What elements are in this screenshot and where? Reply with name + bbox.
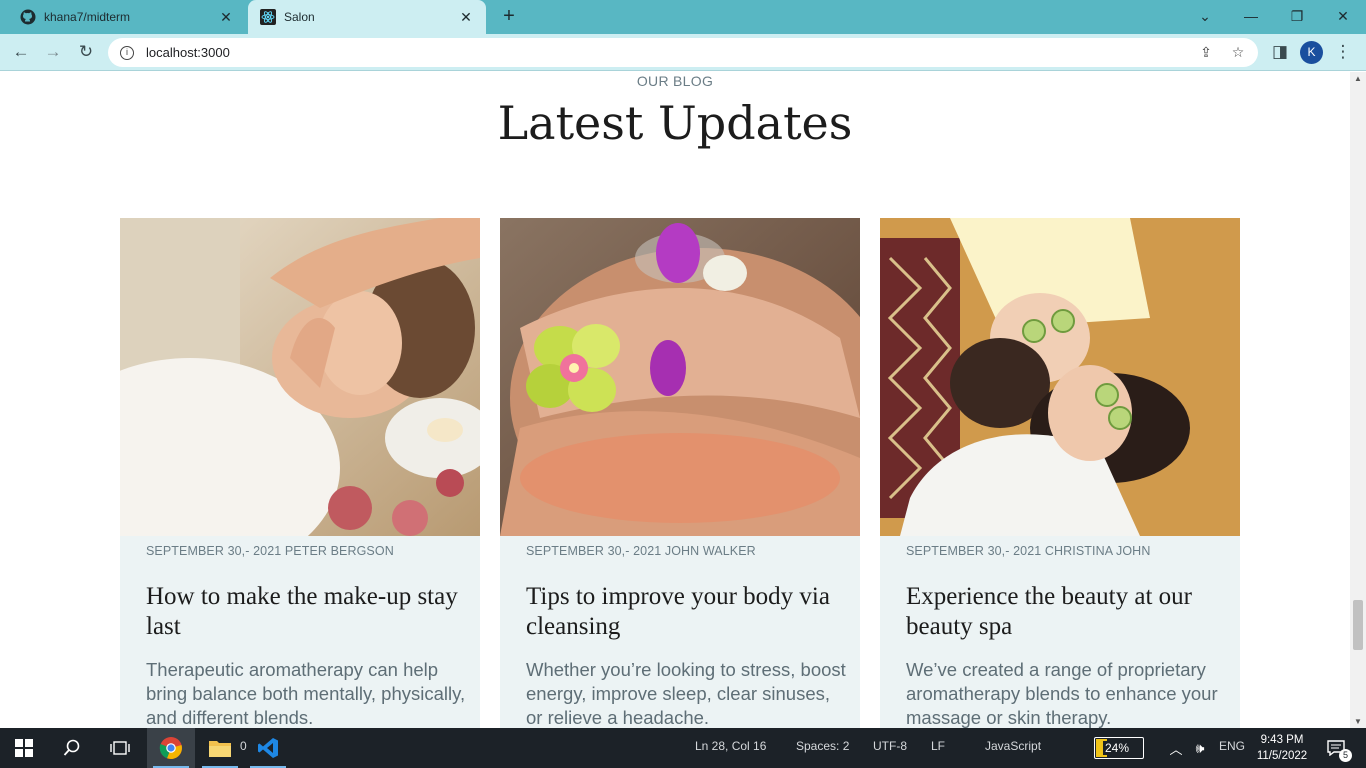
- post-title[interactable]: Experience the beauty at our beauty spa: [906, 582, 1226, 642]
- post-excerpt: Therapeutic aromatherapy can help bring …: [146, 659, 466, 728]
- new-tab-button[interactable]: +: [498, 6, 520, 28]
- foot-spa-photo[interactable]: [500, 218, 860, 536]
- post-title[interactable]: Tips to improve your body via cleansing: [526, 582, 846, 642]
- browser-toolbar: ← → ↻ i localhost:3000 ⇪ ☆ ◨ K ⋮: [0, 34, 1366, 71]
- facial-massage-photo[interactable]: [120, 218, 480, 536]
- editor-cursor-position[interactable]: Ln 28, Col 16: [695, 739, 766, 753]
- address-bar[interactable]: i localhost:3000 ⇪ ☆: [108, 38, 1258, 67]
- chrome-icon[interactable]: [147, 728, 195, 768]
- close-window-button[interactable]: ✕: [1320, 0, 1366, 32]
- scrollbar-thumb[interactable]: [1353, 600, 1363, 650]
- section-heading: Latest Updates: [497, 96, 853, 150]
- page-scrollbar[interactable]: ▲ ▼: [1350, 72, 1366, 728]
- notification-badge: 5: [1339, 749, 1352, 762]
- post-meta: SEPTEMBER 30,- 2021 CHRISTINA JOHN: [906, 544, 1151, 558]
- url-text[interactable]: localhost:3000: [146, 45, 230, 60]
- bookmark-star-icon[interactable]: ☆: [1230, 44, 1246, 60]
- section-eyebrow: OUR BLOG: [636, 73, 714, 89]
- close-tab-icon[interactable]: ✕: [458, 9, 474, 26]
- windows-taskbar: 0 Ln 28, Col 16 Spaces: 2 UTF-8 LF JavaS…: [0, 728, 1366, 768]
- post-meta: SEPTEMBER 30,- 2021 PETER BERGSON: [146, 544, 394, 558]
- task-view-icon[interactable]: [96, 728, 144, 768]
- file-explorer-icon[interactable]: [196, 728, 244, 768]
- volume-icon[interactable]: 🕪: [1188, 728, 1212, 768]
- tab-title: khana7/midterm: [44, 10, 131, 24]
- github-icon: [20, 9, 36, 25]
- tab-github[interactable]: khana7/midterm ✕: [8, 0, 246, 34]
- blog-card[interactable]: SEPTEMBER 30,- 2021 JOHN WALKER Tips to …: [500, 218, 860, 728]
- browser-tab-strip: khana7/midterm ✕ Salon ✕ + ⌄ — ❐ ✕: [0, 0, 1366, 34]
- side-panel-icon[interactable]: ◨: [1268, 40, 1292, 64]
- input-language[interactable]: ENG: [1219, 739, 1245, 753]
- sync-count: 0: [240, 739, 247, 753]
- post-meta: SEPTEMBER 30,- 2021 JOHN WALKER: [526, 544, 756, 558]
- reload-icon[interactable]: ↻: [74, 40, 98, 64]
- menu-kebab-icon[interactable]: ⋮: [1331, 40, 1355, 64]
- tab-salon[interactable]: Salon ✕: [248, 0, 486, 34]
- profile-avatar[interactable]: K: [1300, 41, 1323, 64]
- chevron-up-icon[interactable]: ︿: [1164, 728, 1188, 768]
- back-icon[interactable]: ←: [9, 40, 33, 64]
- tab-search-icon[interactable]: ⌄: [1182, 0, 1228, 32]
- scroll-up-icon[interactable]: ▲: [1354, 74, 1362, 83]
- clock-time: 9:43 PM: [1260, 734, 1304, 746]
- cucumber-mask-photo[interactable]: [880, 218, 1240, 536]
- scroll-down-icon[interactable]: ▼: [1354, 717, 1362, 726]
- post-title[interactable]: How to make the make-up stay last: [146, 582, 466, 642]
- editor-encoding[interactable]: UTF-8: [873, 739, 907, 753]
- clock-date: 11/5/2022: [1256, 750, 1308, 762]
- minimize-button[interactable]: —: [1228, 0, 1274, 32]
- share-icon[interactable]: ⇪: [1198, 44, 1214, 60]
- restore-button[interactable]: ❐: [1274, 0, 1320, 32]
- blog-card[interactable]: SEPTEMBER 30,- 2021 PETER BERGSON How to…: [120, 218, 480, 728]
- close-tab-icon[interactable]: ✕: [218, 9, 234, 26]
- post-excerpt: Whether you’re looking to stress, boost …: [526, 659, 846, 728]
- blog-card[interactable]: SEPTEMBER 30,- 2021 CHRISTINA JOHN Exper…: [880, 218, 1240, 728]
- page-viewport: OUR BLOG Latest Updates SEPTEMBER 30,- 2…: [0, 72, 1350, 728]
- forward-icon[interactable]: →: [41, 40, 65, 64]
- editor-indentation[interactable]: Spaces: 2: [796, 739, 849, 753]
- react-icon: [260, 9, 276, 25]
- system-clock[interactable]: 9:43 PM 11/5/2022: [1252, 732, 1312, 764]
- editor-language[interactable]: JavaScript: [985, 739, 1041, 753]
- post-excerpt: We’ve created a range of proprietary aro…: [906, 659, 1218, 728]
- notification-center-icon[interactable]: 5: [1316, 728, 1356, 768]
- tab-title: Salon: [284, 10, 315, 24]
- battery-indicator[interactable]: 24%: [1094, 737, 1144, 759]
- search-icon[interactable]: [48, 728, 96, 768]
- windows-start-icon[interactable]: [0, 728, 48, 768]
- site-info-icon[interactable]: i: [120, 45, 134, 60]
- vscode-icon[interactable]: [244, 728, 292, 768]
- editor-line-ending[interactable]: LF: [931, 739, 945, 753]
- battery-percent: 24%: [1103, 741, 1132, 755]
